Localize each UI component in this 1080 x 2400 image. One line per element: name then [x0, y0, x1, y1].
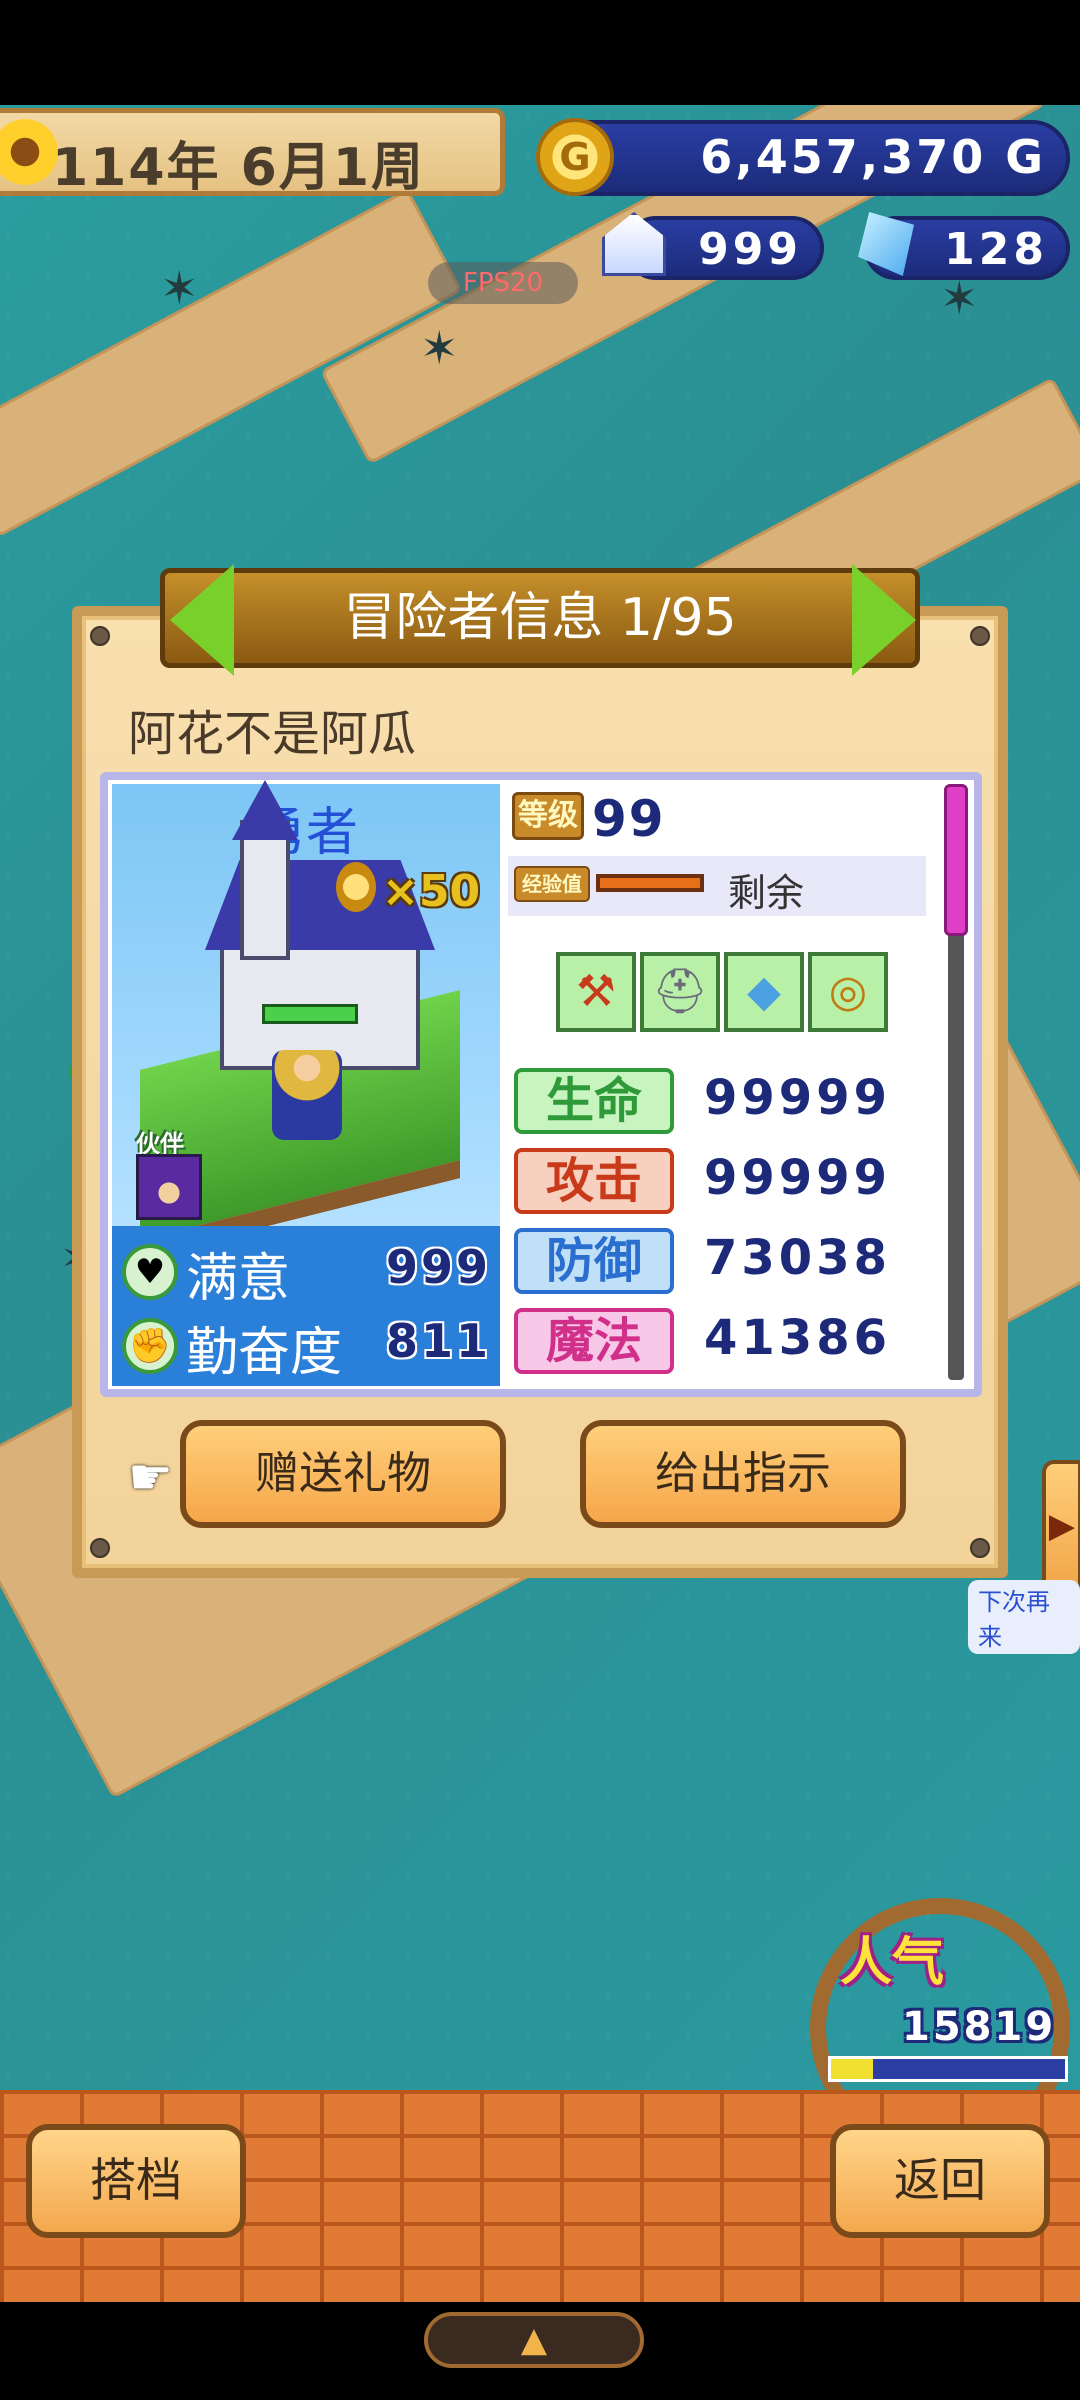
popularity-meter[interactable]: 人气 15819: [790, 1898, 1080, 2158]
exp-badge: 经验值: [514, 866, 590, 902]
rivet: [970, 1538, 990, 1558]
gold-counter: G 6,457,370 G: [536, 118, 1070, 196]
give-instruction-button[interactable]: 给出指示: [580, 1420, 906, 1528]
popularity-bar-fill: [831, 2059, 874, 2079]
adventurer-name: 阿花不是阿瓜: [128, 706, 417, 762]
chevron-up-icon: ▲: [520, 2320, 548, 2360]
class-name: 勇者: [253, 803, 358, 863]
dead-tree-icon: ✶: [160, 261, 199, 315]
hp-tag: 生命: [514, 1068, 674, 1134]
axe-icon[interactable]: ⚒: [556, 952, 636, 1032]
pointing-hand-icon: ☛: [128, 1448, 173, 1506]
house-count: 999: [698, 224, 802, 275]
sun-icon: [0, 119, 58, 185]
satisfaction-label: 满意: [186, 1249, 291, 1309]
partner-avatar[interactable]: [136, 1154, 202, 1220]
magic-tag: 魔法: [514, 1308, 674, 1374]
medal-icon: [336, 862, 376, 912]
crystal-count: 128: [944, 224, 1048, 275]
health-bar: [262, 1004, 358, 1024]
hp-value: 99999: [704, 1070, 891, 1126]
prev-adventurer-arrow-icon[interactable]: [170, 564, 234, 676]
magic-value: 41386: [704, 1310, 891, 1366]
side-arrow-button[interactable]: ▶: [1042, 1460, 1080, 1592]
castle-tower: [240, 820, 290, 960]
status-bar: [0, 0, 1080, 105]
hero-sprite: [272, 1050, 342, 1140]
diligence-label: 勤奋度: [186, 1323, 343, 1383]
give-gift-button[interactable]: 赠送礼物: [180, 1420, 506, 1528]
armor-icon[interactable]: ◆: [724, 952, 804, 1032]
medal-count: ×50: [382, 866, 481, 917]
defense-tag: 防御: [514, 1228, 674, 1294]
level-value: 99: [592, 790, 666, 848]
scrollbar-thumb[interactable]: [944, 784, 968, 936]
dead-tree-icon: ✶: [420, 321, 459, 375]
fps-counter: FPS20: [428, 262, 578, 304]
defense-value: 73038: [704, 1230, 891, 1286]
heart-icon: ♥: [122, 1244, 178, 1300]
dead-tree-icon: ✶: [940, 271, 979, 325]
expand-menu-button[interactable]: ▲: [424, 2312, 644, 2368]
diligence-value: 811: [386, 1314, 492, 1368]
satisfaction-value: 999: [386, 1240, 492, 1294]
fist-icon: ✊: [122, 1318, 178, 1374]
rivet: [90, 626, 110, 646]
gold-value: 6,457,370 G: [700, 130, 1046, 184]
rivet: [90, 1538, 110, 1558]
house-counter: 999: [602, 212, 824, 280]
exp-bar: [596, 874, 704, 892]
dialog-title-banner: 冒险者信息 1/95: [160, 568, 920, 668]
gold-coin-icon: G: [536, 118, 614, 196]
next-time-label: 下次再来: [968, 1580, 1080, 1654]
date-text: 114年 6月1周: [52, 138, 426, 198]
rivet: [970, 626, 990, 646]
exp-remaining-label: 剩余: [728, 871, 805, 915]
back-button[interactable]: 返回: [830, 2124, 1050, 2238]
popularity-bar: [828, 2056, 1068, 2082]
attack-tag: 攻击: [514, 1148, 674, 1214]
ring-icon[interactable]: ◎: [808, 952, 888, 1032]
popularity-label: 人气: [840, 1933, 945, 1993]
partner-button[interactable]: 搭档: [26, 2124, 246, 2238]
helmet-icon[interactable]: ⛑: [640, 952, 720, 1032]
popularity-value: 15819: [902, 2004, 1057, 2050]
crystal-counter: 128: [858, 212, 1070, 280]
dialog-title: 冒险者信息 1/95: [343, 588, 737, 648]
level-badge: 等级: [512, 792, 584, 840]
date-display: 114年 6月1周: [0, 108, 505, 198]
attack-value: 99999: [704, 1150, 891, 1206]
next-adventurer-arrow-icon[interactable]: [852, 564, 916, 676]
